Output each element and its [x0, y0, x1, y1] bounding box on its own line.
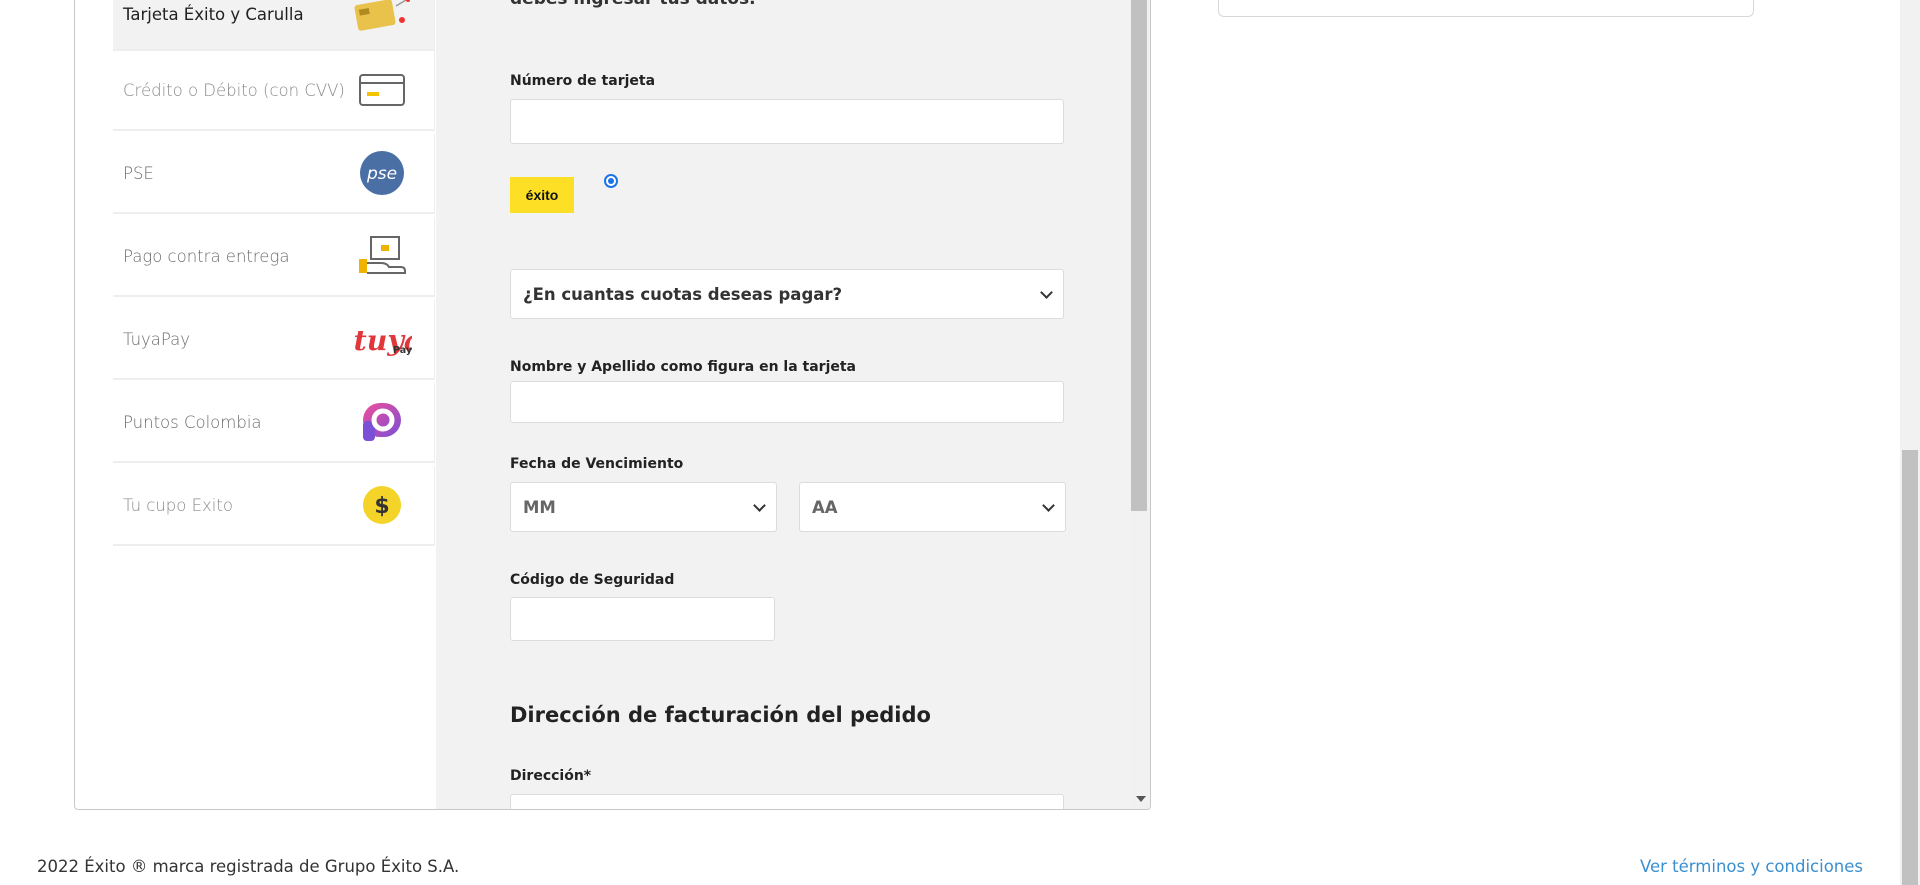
billing-section-title: Dirección de facturación del pedido [510, 703, 931, 727]
chevron-down-icon [753, 498, 766, 512]
method-pse[interactable]: PSE pse [113, 134, 435, 214]
credit-card-icon [352, 62, 412, 118]
address-input[interactable] [510, 794, 1064, 809]
address-label: Dirección* [510, 768, 592, 784]
method-label: Tu cupo Exito [123, 495, 233, 515]
card-number-input[interactable] [510, 99, 1064, 144]
exito-card-icon [352, 0, 412, 42]
expiry-label: Fecha de Vencimiento [510, 456, 684, 472]
method-label: Crédito o Débito (con CVV) [123, 80, 345, 100]
dollar-coin-icon: $ [352, 477, 412, 533]
pse-icon: pse [352, 145, 412, 201]
method-label: TuyaPay [123, 329, 190, 349]
method-tuyapay[interactable]: TuyaPay tuya Pay [113, 300, 435, 380]
year-placeholder: AA [812, 497, 838, 517]
security-code-label: Código de Seguridad [510, 572, 675, 588]
footer-copyright: 2022 Éxito ® marca registrada de Grupo É… [37, 857, 460, 876]
coin-symbol: $ [374, 494, 389, 519]
page-scrollbar-thumb[interactable] [1902, 450, 1918, 885]
card-number-label: Número de tarjeta [510, 73, 656, 89]
payment-card: Tarjeta Éxito y Carulla Crédito o Débito… [74, 0, 1151, 810]
month-placeholder: MM [523, 497, 556, 517]
cardholder-name-label: Nombre y Apellido como figura en la tarj… [510, 359, 857, 375]
tuyapay-icon-sub: Pay [393, 345, 412, 356]
expiry-month-select[interactable]: MM [510, 482, 777, 532]
form-scrollbar-thumb[interactable] [1131, 0, 1147, 511]
installments-select[interactable]: ¿En cuantas cuotas deseas pagar? [510, 269, 1064, 319]
pse-icon-text: pse [366, 164, 397, 184]
chevron-down-icon [1042, 498, 1055, 512]
exito-brand-logo: éxito [510, 177, 574, 213]
exito-card-radio[interactable] [604, 174, 618, 188]
delivery-box-icon [352, 228, 412, 284]
method-label: PSE [123, 163, 154, 183]
method-exito-card[interactable]: Tarjeta Éxito y Carulla [113, 0, 435, 51]
expiry-year-select[interactable]: AA [799, 482, 1066, 532]
payment-methods-list: Tarjeta Éxito y Carulla Crédito o Débito… [113, 0, 435, 809]
form-intro-text: debes ingresar tus datos. [510, 0, 756, 9]
method-label: Puntos Colombia [123, 412, 262, 432]
method-label: Pago contra entrega [123, 246, 290, 266]
method-cash-on-delivery[interactable]: Pago contra entrega [113, 217, 435, 297]
tuyapay-icon: tuya Pay [352, 311, 412, 367]
installments-placeholder: ¿En cuantas cuotas deseas pagar? [523, 284, 843, 304]
method-puntos-colombia[interactable]: Puntos Colombia [113, 383, 435, 463]
scroll-down-arrow-icon[interactable] [1136, 796, 1146, 802]
method-tu-cupo-exito[interactable]: Tu cupo Exito $ [113, 466, 435, 546]
cardholder-name-input[interactable] [510, 381, 1064, 423]
terms-link[interactable]: Ver términos y condiciones [1640, 857, 1863, 876]
puntos-colombia-icon [352, 394, 412, 450]
chevron-down-icon [1040, 285, 1053, 299]
method-credit-debit[interactable]: Crédito o Débito (con CVV) [113, 51, 435, 131]
brand-logo-text: éxito [525, 187, 559, 203]
order-summary-box [1218, 0, 1754, 17]
method-label: Tarjeta Éxito y Carulla [123, 4, 304, 24]
security-code-input[interactable] [510, 597, 775, 641]
